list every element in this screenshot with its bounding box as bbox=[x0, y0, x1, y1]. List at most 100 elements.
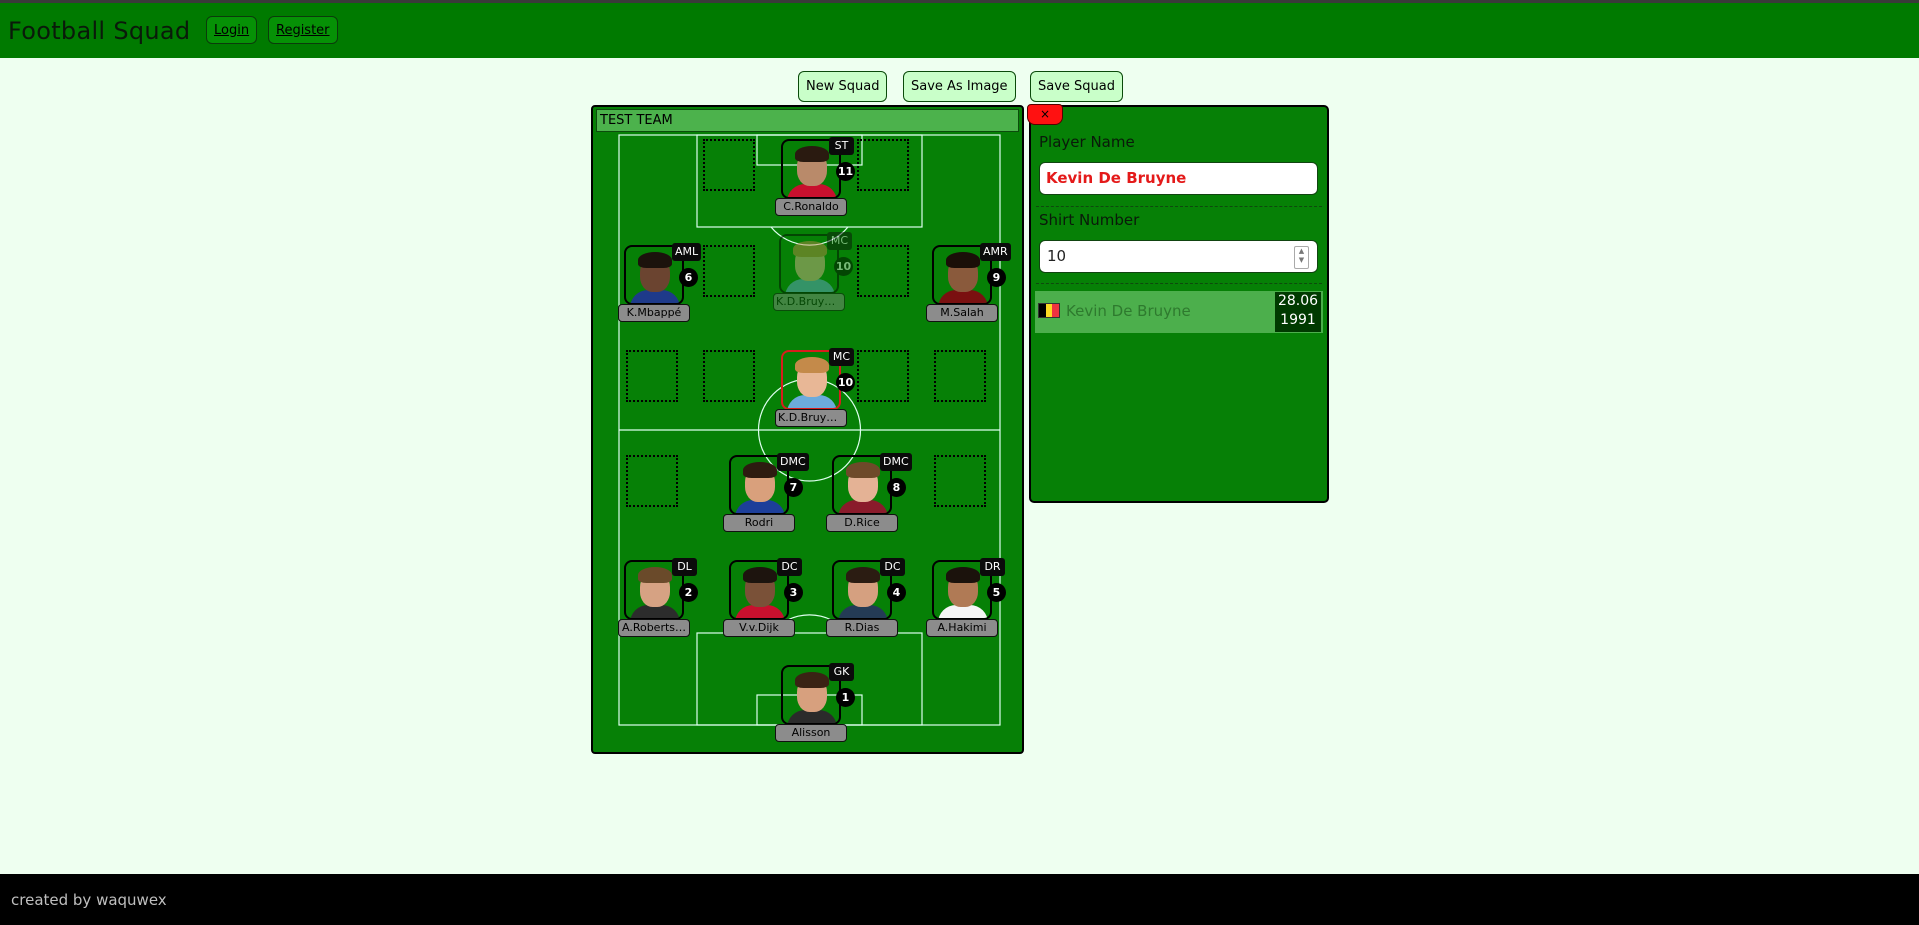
player-name-label: D.Rice bbox=[826, 514, 898, 532]
empty-slot[interactable] bbox=[934, 455, 986, 507]
photo-hair bbox=[846, 462, 880, 478]
player-name-label: K.Mbappé bbox=[618, 304, 690, 322]
spin-down-icon[interactable]: ▼ bbox=[1295, 256, 1308, 265]
photo-hair bbox=[846, 567, 880, 583]
header-bar: Football Squad Login Register bbox=[0, 3, 1919, 58]
empty-slot[interactable] bbox=[703, 139, 755, 191]
player-name-label: V.v.Dijk bbox=[723, 619, 795, 637]
player-card-mc-ghost[interactable]: MC 10 K.D.Bruyn… bbox=[773, 232, 853, 312]
player-number-badge: 1 bbox=[836, 688, 855, 707]
player-name-label: Rodri bbox=[723, 514, 795, 532]
player-card-dmc-left[interactable]: DMC 7 Rodri bbox=[723, 453, 809, 533]
photo-shirt bbox=[630, 290, 680, 303]
empty-slot[interactable] bbox=[857, 245, 909, 297]
player-editor-panel: Player Name Kevin De Bruyne Shirt Number… bbox=[1029, 105, 1329, 503]
player-number-badge: 3 bbox=[784, 583, 803, 602]
photo-shirt bbox=[787, 184, 837, 197]
player-name-label: C.Ronaldo bbox=[775, 198, 847, 216]
player-name-label: K.D.Bruyn… bbox=[775, 409, 847, 427]
photo-shirt bbox=[787, 710, 837, 723]
save-as-image-button[interactable]: Save As Image bbox=[903, 71, 1016, 102]
player-position-badge: GK bbox=[829, 663, 854, 681]
flag-stripe bbox=[1052, 304, 1060, 317]
photo-hair bbox=[795, 357, 829, 373]
player-position-badge: DC bbox=[880, 558, 905, 576]
footer-credit: created by waquwex bbox=[11, 891, 167, 909]
photo-shirt bbox=[630, 605, 680, 618]
photo-hair bbox=[946, 567, 980, 583]
footer: created by waquwex bbox=[0, 874, 1919, 925]
photo-hair bbox=[795, 146, 829, 162]
team-name[interactable]: TEST TEAM bbox=[596, 109, 1019, 132]
new-squad-button[interactable]: New Squad bbox=[798, 71, 888, 102]
player-card-dr[interactable]: DR 5 A.Hakimi bbox=[926, 558, 1006, 638]
player-number-badge: 8 bbox=[887, 478, 906, 497]
empty-slot[interactable] bbox=[857, 350, 909, 402]
player-name-label: K.D.Bruyn… bbox=[773, 293, 845, 311]
shirt-number-label: Shirt Number bbox=[1039, 211, 1140, 229]
player-number-badge: 4 bbox=[887, 583, 906, 602]
result-birth-date: 28.06 1991 bbox=[1275, 292, 1321, 332]
player-number-badge: 6 bbox=[679, 268, 698, 287]
player-position-badge: DMC bbox=[880, 453, 912, 471]
flag-stripe bbox=[1045, 304, 1053, 317]
player-position-badge: DC bbox=[777, 558, 802, 576]
shirt-number-input[interactable]: 10 ▲ ▼ bbox=[1039, 240, 1318, 273]
player-card-amr[interactable]: AMR 9 M.Salah bbox=[926, 243, 1011, 323]
empty-slot[interactable] bbox=[703, 350, 755, 402]
photo-shirt bbox=[838, 500, 888, 513]
player-name-label: Alisson bbox=[775, 724, 847, 742]
player-position-badge: ST bbox=[829, 137, 854, 155]
photo-hair bbox=[743, 567, 777, 583]
flag-stripe bbox=[1039, 304, 1046, 317]
photo-hair bbox=[638, 567, 672, 583]
register-button[interactable]: Register bbox=[268, 16, 338, 44]
player-number-badge: 10 bbox=[836, 373, 855, 392]
close-editor-button[interactable]: × bbox=[1027, 104, 1063, 125]
player-number-badge: 5 bbox=[987, 583, 1006, 602]
photo-shirt bbox=[938, 605, 988, 618]
player-search-result[interactable]: Kevin De Bruyne 28.06 1991 bbox=[1035, 291, 1323, 333]
player-number-badge: 11 bbox=[836, 162, 855, 181]
photo-shirt bbox=[838, 605, 888, 618]
result-player-name: Kevin De Bruyne bbox=[1066, 302, 1191, 320]
player-card-gk[interactable]: GK 1 Alisson bbox=[775, 663, 855, 743]
birth-date-year: 1991 bbox=[1280, 312, 1316, 328]
player-name-label: M.Salah bbox=[926, 304, 998, 322]
player-number-badge: 10 bbox=[834, 257, 853, 276]
player-position-badge: DL bbox=[672, 558, 697, 576]
empty-slot[interactable] bbox=[857, 139, 909, 191]
login-button[interactable]: Login bbox=[206, 16, 258, 44]
empty-slot[interactable] bbox=[626, 350, 678, 402]
empty-slot[interactable] bbox=[626, 455, 678, 507]
player-card-dc-right[interactable]: DC 4 R.Dias bbox=[826, 558, 906, 638]
photo-shirt bbox=[787, 395, 837, 408]
number-spinner[interactable]: ▲ ▼ bbox=[1294, 246, 1309, 269]
birth-date-day-month: 28.06 bbox=[1277, 293, 1319, 309]
save-squad-button[interactable]: Save Squad bbox=[1030, 71, 1124, 102]
empty-slot[interactable] bbox=[703, 245, 755, 297]
player-position-badge: MC bbox=[827, 232, 852, 250]
player-card-dmc-right[interactable]: DMC 8 D.Rice bbox=[826, 453, 912, 533]
photo-hair bbox=[793, 241, 827, 257]
player-card-dc-left[interactable]: DC 3 V.v.Dijk bbox=[723, 558, 803, 638]
player-card-aml[interactable]: AML 6 K.Mbappé bbox=[618, 243, 702, 323]
photo-hair bbox=[638, 252, 672, 268]
app-title: Football Squad bbox=[8, 17, 191, 45]
player-position-badge: DMC bbox=[777, 453, 809, 471]
spin-up-icon[interactable]: ▲ bbox=[1295, 247, 1308, 256]
photo-hair bbox=[946, 252, 980, 268]
player-name-label: Player Name bbox=[1039, 133, 1135, 151]
player-card-st[interactable]: ST 11 C.Ronaldo bbox=[775, 137, 855, 217]
player-name-input[interactable]: Kevin De Bruyne bbox=[1039, 162, 1318, 195]
photo-shirt bbox=[735, 605, 785, 618]
empty-slot[interactable] bbox=[934, 350, 986, 402]
photo-shirt bbox=[735, 500, 785, 513]
player-card-mc[interactable]: MC 10 K.D.Bruyn… bbox=[775, 348, 855, 428]
player-position-badge: AML bbox=[672, 243, 702, 261]
photo-hair bbox=[795, 672, 829, 688]
player-position-badge: AMR bbox=[980, 243, 1011, 261]
player-card-dl[interactable]: DL 2 A.Roberts… bbox=[618, 558, 698, 638]
player-position-badge: DR bbox=[980, 558, 1005, 576]
photo-hair bbox=[743, 462, 777, 478]
